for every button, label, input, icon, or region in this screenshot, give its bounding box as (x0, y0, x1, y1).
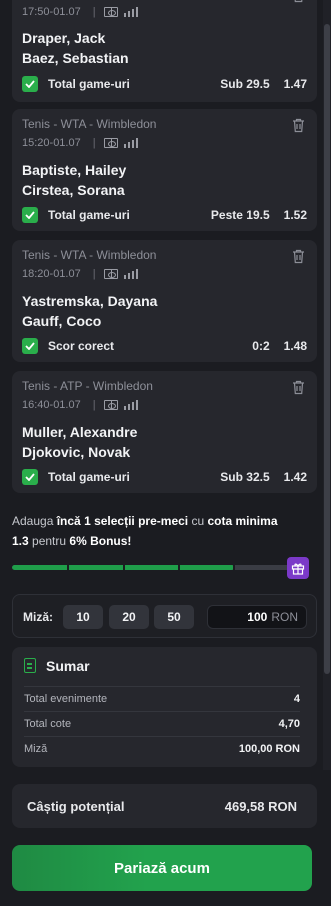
checkbox-checked[interactable] (22, 469, 38, 485)
potential-win: Câștig potențial 469,58 RON (12, 784, 317, 828)
bonus-min-odd: 1.3 (12, 534, 29, 548)
team-away: Cirstea, Sorana (22, 182, 125, 198)
market-name: Scor corect (48, 339, 115, 353)
live-field-icon[interactable] (103, 7, 118, 17)
selection: Sub 32.5 (220, 470, 270, 484)
check-icon (25, 80, 35, 88)
team-away: Baez, Sebastian (22, 50, 129, 66)
market-name: Total game-uri (48, 208, 130, 222)
live-field-icon[interactable] (103, 400, 118, 410)
stake-amount: 100 (247, 610, 268, 624)
stats-icon[interactable] (123, 138, 138, 148)
trash-icon[interactable] (292, 249, 305, 264)
selection: Peste 19.5 (210, 208, 270, 222)
bet-card: Tenis - WTA - Wimbledon 15:20-01.07 | Ba… (12, 109, 317, 231)
event-meta: 17:50-01.07 | (22, 6, 138, 18)
bonus-selection-count: încă 1 selecții pre-meci (56, 514, 189, 528)
trash-icon[interactable] (292, 0, 305, 3)
bonus-prompt: Adauga încă 1 selecții pre-meci cu cota … (12, 514, 278, 548)
stats-icon[interactable] (123, 269, 138, 279)
stake-currency: RON (271, 610, 298, 624)
stake-chip[interactable]: 20 (109, 605, 149, 629)
odd-value: 1.47 (283, 77, 307, 91)
bonus-gift-button[interactable] (287, 557, 309, 579)
team-home: Draper, Jack (22, 30, 106, 46)
potential-win-value: 469,58 RON (224, 798, 297, 814)
event-time: 16:40-01.07 (22, 399, 81, 411)
checkbox-checked[interactable] (22, 76, 38, 92)
stake-chip[interactable]: 10 (63, 605, 103, 629)
league-name: Tenis - WTA - Wimbledon (22, 117, 157, 131)
team-home: Muller, Alexandre (22, 424, 138, 440)
stake-chip[interactable]: 50 (154, 605, 194, 629)
bonus-percent: 6% Bonus! (69, 534, 132, 548)
odd-value: 1.42 (283, 470, 307, 484)
team-home: Yastremska, Dayana (22, 293, 158, 309)
league-name: Tenis - ATP - Wimbledon (22, 379, 153, 393)
scrollbar-thumb[interactable] (324, 24, 330, 674)
stake-label: Miză: (23, 610, 53, 624)
place-bet-button[interactable]: Pariază acum (12, 845, 312, 891)
scrollbar-track[interactable] (323, 0, 331, 770)
event-meta: 18:20-01.07 | (22, 268, 138, 280)
bet-card: 17:50-01.07 | Draper, Jack Baez, Sebasti… (12, 0, 317, 102)
event-meta: 16:40-01.07 | (22, 399, 138, 411)
selection: Sub 29.5 (220, 77, 270, 91)
bonus-progress-bar (12, 565, 290, 570)
bet-card: Tenis - WTA - Wimbledon 18:20-01.07 | Ya… (12, 240, 317, 362)
live-field-icon[interactable] (103, 269, 118, 279)
odd-value: 1.48 (283, 339, 307, 353)
stats-icon[interactable] (123, 400, 138, 410)
event-teams: Draper, Jack Baez, Sebastian (22, 28, 129, 68)
summary-row: Miză 100,00 RON (24, 736, 300, 760)
market-row: Total game-uri Sub 32.5 1.42 (22, 468, 307, 486)
event-time: 17:50-01.07 (22, 6, 81, 18)
trash-icon[interactable] (292, 118, 305, 133)
event-time: 15:20-01.07 (22, 137, 81, 149)
league-name: Tenis - WTA - Wimbledon (22, 248, 157, 262)
summary-panel: Sumar Total evenimente 4 Total cote 4,70… (12, 647, 317, 767)
trash-icon[interactable] (292, 380, 305, 395)
check-icon (25, 473, 35, 481)
stats-icon[interactable] (123, 7, 138, 17)
gift-icon (291, 563, 305, 575)
event-teams: Yastremska, Dayana Gauff, Coco (22, 291, 157, 331)
market-row: Scor corect 0:2 1.48 (22, 337, 307, 355)
odd-value: 1.52 (283, 208, 307, 222)
event-teams: Baptiste, Hailey Cirstea, Sorana (22, 160, 126, 200)
market-row: Total game-uri Peste 19.5 1.52 (22, 206, 307, 224)
event-meta: 15:20-01.07 | (22, 137, 138, 149)
summary-row: Total cote 4,70 (24, 711, 300, 735)
event-teams: Muller, Alexandre Djokovic, Novak (22, 422, 137, 462)
check-icon (25, 342, 35, 350)
team-away: Djokovic, Novak (22, 444, 131, 460)
team-home: Baptiste, Hailey (22, 162, 127, 178)
stake-panel: Miză: 10 20 50 100 RON (12, 594, 317, 638)
summary-title: Sumar (46, 658, 90, 674)
stake-input[interactable]: 100 RON (207, 605, 307, 629)
betslip-panel: 17:50-01.07 | Draper, Jack Baez, Sebasti… (0, 0, 331, 906)
team-away: Gauff, Coco (22, 313, 102, 329)
selection: 0:2 (252, 339, 270, 353)
receipt-icon (24, 658, 36, 673)
market-name: Total game-uri (48, 77, 130, 91)
checkbox-checked[interactable] (22, 207, 38, 223)
live-field-icon[interactable] (103, 138, 118, 148)
checkbox-checked[interactable] (22, 338, 38, 354)
potential-win-label: Câștig potențial (27, 798, 125, 814)
event-time: 18:20-01.07 (22, 268, 81, 280)
market-row: Total game-uri Sub 29.5 1.47 (22, 75, 307, 93)
market-name: Total game-uri (48, 470, 130, 484)
summary-row: Total evenimente 4 (24, 686, 300, 710)
check-icon (25, 211, 35, 219)
bet-card: Tenis - ATP - Wimbledon 16:40-01.07 | Mu… (12, 371, 317, 493)
